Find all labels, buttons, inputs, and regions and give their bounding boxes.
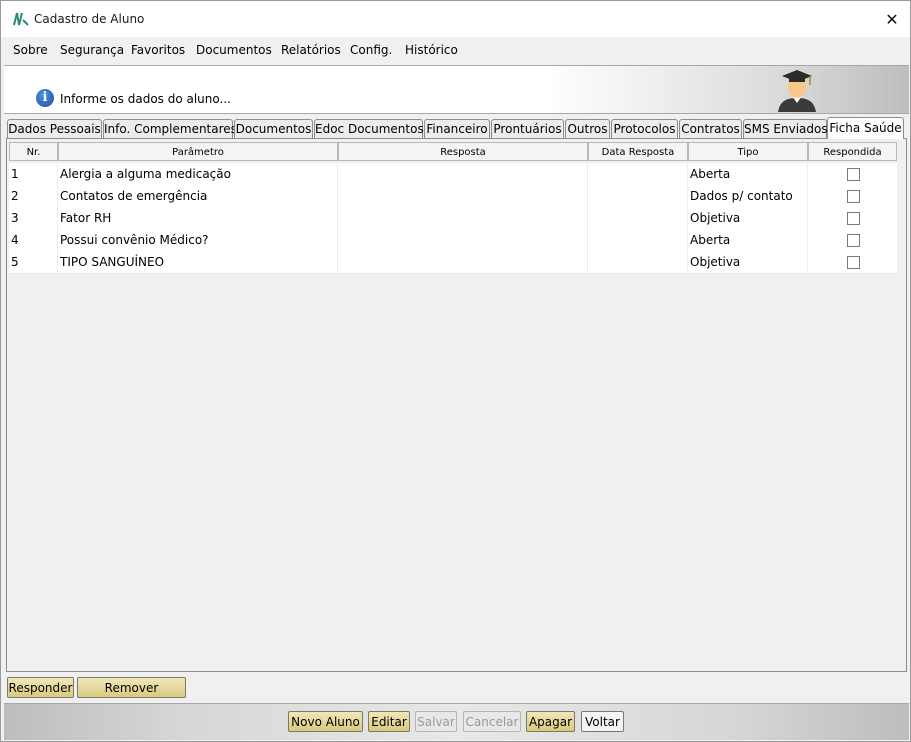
tab-protocolos[interactable]: Protocolos: [611, 119, 678, 138]
tab-info-complementares[interactable]: Info. Complementares: [103, 119, 237, 138]
cell-parametro: Contatos de emergência: [58, 185, 338, 207]
cell-nr: 1: [9, 163, 58, 185]
cell-parametro: Fator RH: [58, 207, 338, 229]
app-logo-icon: [13, 12, 29, 26]
cell-nr: 3: [9, 207, 58, 229]
menu-documentos[interactable]: Documentos: [196, 43, 272, 57]
cell-parametro: Possui convênio Médico?: [58, 229, 338, 251]
cell-tipo: Objetiva: [688, 251, 808, 273]
table-row[interactable]: 2 Contatos de emergência Dados p/ contat…: [9, 185, 897, 208]
tab-dados-pessoais[interactable]: Dados Pessoais: [7, 119, 102, 138]
cell-data-resposta: [588, 207, 688, 229]
respondida-checkbox[interactable]: [847, 256, 860, 269]
cell-tipo: Aberta: [688, 163, 808, 185]
tab-financeiro[interactable]: Financeiro: [424, 119, 490, 138]
info-message: Informe os dados do aluno...: [60, 92, 231, 106]
info-icon: i: [36, 89, 54, 107]
respondida-checkbox[interactable]: [847, 234, 860, 247]
cell-data-resposta: [588, 229, 688, 251]
tab-edoc-documentos[interactable]: Edoc Documentos: [314, 119, 424, 138]
cell-tipo: Dados p/ contato: [688, 185, 808, 207]
remover-resposta-button[interactable]: Remover Resposta: [77, 677, 186, 715]
cell-resposta[interactable]: [338, 163, 588, 185]
apagar-button[interactable]: Apagar: [526, 711, 575, 732]
table-row[interactable]: 4 Possui convênio Médico? Aberta: [9, 229, 897, 252]
cell-nr: 4: [9, 229, 58, 251]
cancelar-button[interactable]: Cancelar: [463, 711, 521, 732]
cell-data-resposta: [588, 251, 688, 273]
col-header-resposta[interactable]: Resposta: [338, 142, 588, 161]
salvar-button[interactable]: Salvar: [415, 711, 457, 732]
menu-config[interactable]: Config.: [350, 43, 392, 57]
responder-button[interactable]: Responder: [7, 677, 74, 698]
footer-bar: Novo Aluno Editar Salvar Cancelar Apagar…: [4, 703, 909, 740]
novo-aluno-button[interactable]: Novo Aluno: [288, 711, 363, 732]
editar-button[interactable]: Editar: [368, 711, 410, 732]
tab-prontuarios[interactable]: Prontuários: [491, 119, 564, 138]
info-header: i Informe os dados do aluno...: [4, 65, 909, 114]
cell-data-resposta: [588, 185, 688, 207]
table-row[interactable]: 3 Fator RH Objetiva: [9, 207, 897, 230]
col-header-data-resposta[interactable]: Data Resposta: [588, 142, 688, 161]
menu-bar: Sobre Segurança Favoritos Documentos Rel…: [1, 37, 910, 63]
window-title: Cadastro de Aluno: [34, 12, 145, 26]
student-avatar-icon: [778, 70, 816, 112]
col-header-respondida[interactable]: Respondida: [808, 142, 897, 161]
menu-favoritos[interactable]: Favoritos: [131, 43, 185, 57]
menu-sobre[interactable]: Sobre: [13, 43, 48, 57]
respondida-checkbox[interactable]: [847, 168, 860, 181]
cell-data-resposta: [588, 163, 688, 185]
voltar-button[interactable]: Voltar: [581, 711, 624, 732]
cell-resposta[interactable]: [338, 185, 588, 207]
tab-strip: Dados Pessoais Info. Complementares Docu…: [6, 117, 906, 139]
table-row[interactable]: 5 TIPO SANGUÍNEO Objetiva: [9, 251, 897, 274]
cell-parametro: Alergia a alguma medicação: [58, 163, 338, 185]
tab-sms-enviados[interactable]: SMS Enviados: [743, 119, 828, 138]
respondida-checkbox[interactable]: [847, 212, 860, 225]
main-window: Cadastro de Aluno ✕ Sobre Segurança Favo…: [0, 0, 911, 742]
health-questions-grid: Nr. Parâmetro Resposta Data Resposta Tip…: [9, 142, 898, 274]
cell-parametro: TIPO SANGUÍNEO: [58, 251, 338, 273]
table-row[interactable]: 1 Alergia a alguma medicação Aberta: [9, 163, 897, 186]
cell-resposta[interactable]: [338, 251, 588, 273]
tab-documentos[interactable]: Documentos: [234, 119, 313, 138]
cell-tipo: Aberta: [688, 229, 808, 251]
cell-resposta[interactable]: [338, 207, 588, 229]
cell-nr: 5: [9, 251, 58, 273]
tab-outros[interactable]: Outros: [565, 119, 610, 138]
cell-tipo: Objetiva: [688, 207, 808, 229]
col-header-nr[interactable]: Nr.: [9, 142, 58, 161]
menu-historico[interactable]: Histórico: [405, 43, 458, 57]
tab-ficha-saude[interactable]: Ficha Saúde: [827, 117, 904, 139]
col-header-parametro[interactable]: Parâmetro: [58, 142, 338, 161]
title-bar: Cadastro de Aluno ✕: [1, 1, 910, 37]
cell-resposta[interactable]: [338, 229, 588, 251]
tab-content-ficha-saude: Nr. Parâmetro Resposta Data Resposta Tip…: [6, 138, 907, 672]
close-icon[interactable]: ✕: [880, 7, 904, 31]
menu-seguranca[interactable]: Segurança: [60, 43, 124, 57]
cell-nr: 2: [9, 185, 58, 207]
menu-relatorios[interactable]: Relatórios: [281, 43, 341, 57]
respondida-checkbox[interactable]: [847, 190, 860, 203]
tab-contratos[interactable]: Contratos: [679, 119, 742, 138]
col-header-tipo[interactable]: Tipo: [688, 142, 808, 161]
